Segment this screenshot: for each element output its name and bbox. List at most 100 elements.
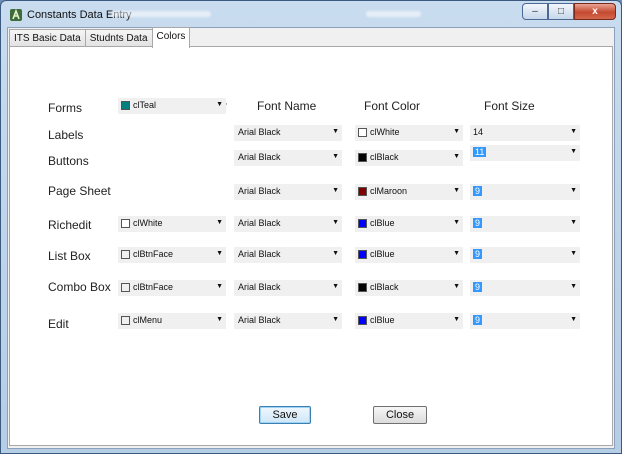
- color-swatch: [358, 187, 367, 196]
- font-name-combo[interactable]: Arial Black ▼: [234, 150, 342, 166]
- font-size-combo-value: 9: [473, 282, 483, 292]
- chevron-down-icon[interactable]: ▼: [570, 128, 577, 135]
- title-bar[interactable]: Constants Data Entry – □ x: [1, 1, 621, 27]
- chevron-down-icon[interactable]: ▼: [570, 316, 577, 323]
- window-controls: – □ x: [522, 3, 616, 20]
- chevron-down-icon[interactable]: ▼: [570, 187, 577, 194]
- font-name-combo-value: Arial Black: [238, 186, 281, 196]
- chevron-down-icon[interactable]: ▼: [453, 128, 460, 135]
- row-label: Labels: [48, 128, 84, 142]
- font-name-combo[interactable]: Arial Black ▼: [234, 184, 342, 200]
- font-color-combo[interactable]: clMaroon ▼: [355, 184, 463, 200]
- row-label: Edit: [48, 317, 69, 331]
- font-color-combo[interactable]: clBlack ▼: [355, 150, 463, 166]
- color-swatch: [358, 153, 367, 162]
- chevron-down-icon[interactable]: ▼: [453, 316, 460, 323]
- font-name-combo-value: Arial Black: [238, 127, 281, 137]
- font-name-combo[interactable]: Arial Black ▼: [234, 247, 342, 263]
- chevron-down-icon[interactable]: ▼: [332, 316, 339, 323]
- font-size-combo[interactable]: 9 ▼: [470, 247, 580, 263]
- chevron-down-icon[interactable]: ▼: [570, 283, 577, 290]
- header-font-size: Font Size: [484, 99, 535, 113]
- font-name-combo[interactable]: Arial Black ▼: [234, 313, 342, 329]
- font-size-combo[interactable]: 9 ▼: [470, 216, 580, 232]
- chevron-down-icon[interactable]: ▼: [216, 101, 223, 108]
- combo-text: Arial Black: [238, 282, 281, 292]
- font-name-combo-value: Arial Black: [238, 218, 281, 228]
- minimize-button[interactable]: –: [522, 3, 548, 20]
- row-label: Richedit: [48, 218, 92, 232]
- save-button[interactable]: Save: [259, 406, 311, 424]
- font-name-combo[interactable]: Arial Black ▼: [234, 216, 342, 232]
- chevron-down-icon[interactable]: ▼: [453, 250, 460, 257]
- background-color-combo-value: clTeal: [133, 100, 156, 110]
- font-color-combo-value: clBlue: [370, 249, 395, 259]
- chevron-down-icon[interactable]: ▼: [570, 148, 577, 155]
- chevron-down-icon[interactable]: ▼: [332, 128, 339, 135]
- font-size-combo-value: 9: [473, 249, 483, 259]
- combo-text: clBlue: [370, 315, 395, 325]
- combo-text: clBtnFace: [133, 249, 174, 259]
- font-color-combo[interactable]: clBlue ▼: [355, 247, 463, 263]
- font-size-combo[interactable]: 9 ▼: [470, 184, 580, 200]
- tab-colors[interactable]: Colors: [151, 27, 191, 48]
- font-size-combo[interactable]: 11 ▼: [470, 145, 580, 161]
- chevron-down-icon[interactable]: ▼: [332, 250, 339, 257]
- chevron-down-icon[interactable]: ▼: [332, 187, 339, 194]
- combo-text: 11: [473, 147, 487, 157]
- chevron-down-icon[interactable]: ▼: [332, 153, 339, 160]
- combo-text: clBlack: [370, 282, 399, 292]
- chevron-down-icon[interactable]: ▼: [216, 219, 223, 226]
- font-size-combo[interactable]: 9 ▼: [470, 280, 580, 296]
- close-window-button[interactable]: x: [574, 3, 616, 20]
- chevron-down-icon[interactable]: ▼: [570, 250, 577, 257]
- combo-text: 9: [473, 249, 483, 259]
- combo-text: Arial Black: [238, 186, 281, 196]
- font-color-combo[interactable]: clBlue ▼: [355, 313, 463, 329]
- combo-text: Arial Black: [238, 315, 281, 325]
- row-label: Forms: [48, 101, 82, 115]
- color-swatch: [358, 250, 367, 259]
- chevron-down-icon[interactable]: ▼: [453, 219, 460, 226]
- font-color-combo-value: clBlue: [370, 315, 395, 325]
- background-color-combo-value: clMenu: [133, 315, 162, 325]
- font-color-combo[interactable]: clBlack ▼: [355, 280, 463, 296]
- font-size-combo-value: 9: [473, 315, 483, 325]
- combo-text: clMaroon: [370, 186, 408, 196]
- background-color-combo[interactable]: clWhite ▼: [118, 216, 226, 232]
- tab-strip: ITS Basic Data Studnts Data Colors: [9, 27, 191, 48]
- chevron-down-icon[interactable]: ▼: [570, 219, 577, 226]
- combo-text: clBlue: [370, 218, 395, 228]
- chevron-down-icon[interactable]: ▼: [453, 187, 460, 194]
- chevron-down-icon[interactable]: ▼: [453, 283, 460, 290]
- combo-text: clBtnFace: [133, 282, 174, 292]
- background-color-combo[interactable]: clTeal ▼: [118, 98, 226, 114]
- font-size-combo[interactable]: 9 ▼: [470, 313, 580, 329]
- combo-text: clWhite: [370, 127, 400, 137]
- chevron-down-icon[interactable]: ▼: [332, 219, 339, 226]
- maximize-button[interactable]: □: [548, 3, 574, 20]
- combo-text: 9: [473, 282, 483, 292]
- chevron-down-icon[interactable]: ▼: [453, 153, 460, 160]
- row-label: List Box: [48, 249, 91, 263]
- chevron-down-icon[interactable]: ▼: [216, 316, 223, 323]
- font-size-combo-value: 9: [473, 186, 483, 196]
- row-label: Page Sheet: [48, 184, 111, 198]
- background-color-combo-value: clWhite: [133, 218, 163, 228]
- combo-text: Arial Black: [238, 127, 281, 137]
- close-button[interactable]: Close: [373, 406, 427, 424]
- font-name-combo[interactable]: Arial Black ▼: [234, 125, 342, 141]
- app-icon: [10, 8, 22, 21]
- font-color-combo[interactable]: clBlue ▼: [355, 216, 463, 232]
- background-color-combo[interactable]: clMenu ▼: [118, 313, 226, 329]
- font-color-combo[interactable]: clWhite ▼: [355, 125, 463, 141]
- chevron-down-icon[interactable]: ▼: [216, 250, 223, 257]
- background-color-combo[interactable]: clBtnFace ▼: [118, 247, 226, 263]
- font-name-combo[interactable]: Arial Black ▼: [234, 280, 342, 296]
- font-color-combo-value: clBlack: [370, 282, 399, 292]
- font-size-combo[interactable]: 14 ▼: [470, 125, 580, 141]
- background-color-combo[interactable]: clBtnFace ▼: [118, 280, 226, 296]
- chevron-down-icon[interactable]: ▼: [216, 283, 223, 290]
- chevron-down-icon[interactable]: ▼: [332, 283, 339, 290]
- background-color-combo-value: clBtnFace: [133, 282, 173, 292]
